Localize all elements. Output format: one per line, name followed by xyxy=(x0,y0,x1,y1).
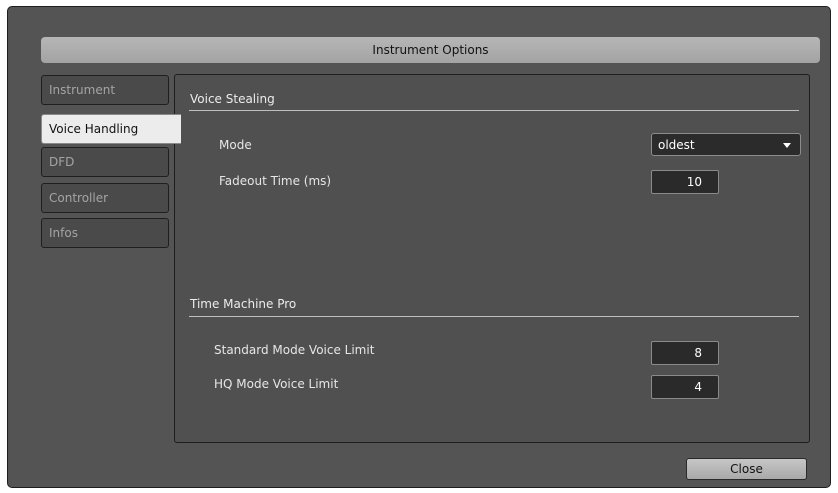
tab-infos-label: Infos xyxy=(49,226,78,240)
tab-instrument[interactable]: Instrument xyxy=(41,75,169,105)
time-machine-pro-section-title: Time Machine Pro xyxy=(190,297,297,311)
tab-instrument-label: Instrument xyxy=(49,83,116,97)
hq-mode-voice-limit-label: HQ Mode Voice Limit xyxy=(214,377,339,391)
dialog-title: Instrument Options xyxy=(372,43,489,57)
close-button[interactable]: Close xyxy=(686,458,807,480)
fadeout-time-field[interactable]: 10 xyxy=(651,170,719,194)
tab-dfd-label: DFD xyxy=(49,155,75,169)
tab-infos[interactable]: Infos xyxy=(41,218,169,248)
standard-mode-voice-limit-field[interactable]: 8 xyxy=(651,341,719,365)
voice-handling-panel: Voice Stealing Mode oldest Fadeout Time … xyxy=(174,74,810,443)
tab-controller-label: Controller xyxy=(49,191,109,205)
fadeout-time-value: 10 xyxy=(686,175,702,189)
voice-stealing-section-title: Voice Stealing xyxy=(190,92,275,106)
standard-mode-voice-limit-label: Standard Mode Voice Limit xyxy=(214,343,375,357)
tab-controller[interactable]: Controller xyxy=(41,183,169,213)
tab-voice-handling-label: Voice Handling xyxy=(49,122,139,136)
hq-mode-voice-limit-value: 4 xyxy=(694,380,702,394)
dialog-title-bar: Instrument Options xyxy=(41,37,820,63)
mode-dropdown-value: oldest xyxy=(658,137,695,152)
mode-label: Mode xyxy=(219,138,252,152)
fadeout-time-label: Fadeout Time (ms) xyxy=(219,174,332,188)
voice-stealing-divider xyxy=(189,110,799,111)
time-machine-pro-divider xyxy=(189,316,799,317)
close-button-label: Close xyxy=(730,462,763,476)
tab-dfd[interactable]: DFD xyxy=(41,147,169,177)
instrument-options-dialog: Instrument Options Instrument Voice Hand… xyxy=(7,6,831,488)
hq-mode-voice-limit-field[interactable]: 4 xyxy=(651,375,719,399)
mode-dropdown[interactable]: oldest xyxy=(651,133,801,156)
standard-mode-voice-limit-value: 8 xyxy=(694,346,702,360)
chevron-down-icon xyxy=(783,143,791,148)
tab-voice-handling[interactable]: Voice Handling xyxy=(41,114,181,144)
